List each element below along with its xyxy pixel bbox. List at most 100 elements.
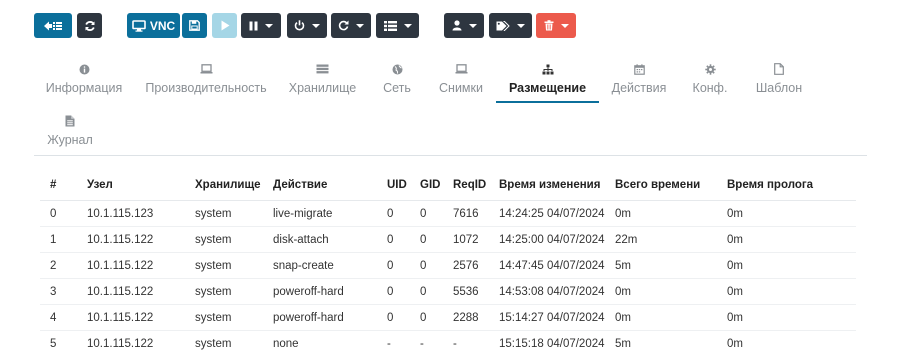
user-icon xyxy=(452,20,461,31)
chevron-down-icon xyxy=(560,23,569,28)
column-header-datastore[interactable]: Хранилище xyxy=(195,179,261,191)
tab-label: Шаблон xyxy=(755,81,803,95)
tab-conf[interactable]: Конф. xyxy=(680,62,740,95)
cell-gid: 0 xyxy=(420,208,427,220)
list-menu-button[interactable] xyxy=(376,13,419,38)
row-divider xyxy=(40,278,856,279)
cell-datastore: system xyxy=(195,234,232,246)
row-divider xyxy=(40,330,856,331)
cell-total-time: 0m xyxy=(615,208,631,220)
reboot-menu-button[interactable] xyxy=(331,13,371,38)
cell-index: 1 xyxy=(50,234,57,246)
cell-index: 4 xyxy=(50,312,57,324)
cell-host: 10.1.115.122 xyxy=(87,338,154,350)
trash-icon xyxy=(544,20,553,31)
column-header-gid[interactable]: GID xyxy=(420,179,440,191)
column-header-prolog-time[interactable]: Время пролога xyxy=(727,179,813,191)
cell-change-time: 14:53:08 04/07/2024 xyxy=(499,286,605,298)
tab-info[interactable]: Информация xyxy=(34,62,134,95)
chevron-down-icon xyxy=(312,23,320,28)
cell-uid: - xyxy=(387,338,391,350)
vnc-button[interactable]: VNC xyxy=(127,13,180,38)
pause-icon xyxy=(249,21,258,30)
back-to-list-button[interactable] xyxy=(34,13,72,38)
cell-reqid: 5536 xyxy=(453,286,479,298)
cell-host: 10.1.115.122 xyxy=(87,312,154,324)
play-button[interactable] xyxy=(212,13,237,38)
tabs-divider xyxy=(34,155,867,156)
power-menu-button[interactable] xyxy=(287,13,327,38)
save-button[interactable] xyxy=(182,13,207,38)
cell-index: 5 xyxy=(50,338,57,350)
cell-host: 10.1.115.122 xyxy=(87,260,154,272)
cell-total-time: 22m xyxy=(615,234,638,246)
cell-gid: 0 xyxy=(420,286,427,298)
user-menu-button[interactable] xyxy=(444,13,484,38)
calendar-icon xyxy=(633,63,645,75)
tab-log[interactable]: Журнал xyxy=(34,114,106,147)
play-icon xyxy=(221,20,229,31)
chevron-down-icon xyxy=(265,23,273,28)
cell-change-time: 15:15:18 04/07/2024 xyxy=(499,338,605,350)
tab-placement[interactable]: Размещение xyxy=(496,62,599,95)
refresh-button[interactable] xyxy=(77,13,102,38)
column-header-total-time[interactable]: Всего времени xyxy=(615,179,700,191)
desktop-icon xyxy=(132,19,146,32)
column-header-change-time[interactable]: Время изменения xyxy=(499,179,600,191)
cell-host: 10.1.115.122 xyxy=(87,234,154,246)
cell-change-time: 14:47:45 04/07/2024 xyxy=(499,260,605,272)
tab-label: Хранилище xyxy=(288,81,357,95)
column-header-uid[interactable]: UID xyxy=(387,179,407,191)
gear-icon xyxy=(704,63,716,75)
tab-template[interactable]: Шаблон xyxy=(746,62,812,95)
cell-index: 3 xyxy=(50,286,57,298)
laptop-icon xyxy=(455,64,467,74)
cell-datastore: system xyxy=(195,312,232,324)
table-header-divider xyxy=(40,200,856,201)
cell-index: 0 xyxy=(50,208,57,220)
row-divider xyxy=(40,226,856,227)
cell-gid: - xyxy=(420,338,424,350)
refresh-icon xyxy=(84,20,95,31)
vnc-label: VNC xyxy=(149,18,176,33)
cell-action: none xyxy=(273,338,299,350)
cell-uid: 0 xyxy=(387,312,394,324)
cell-prolog-time: 0m xyxy=(727,338,743,350)
tab-label: Информация xyxy=(45,81,123,95)
tab-network[interactable]: Сеть xyxy=(372,62,422,95)
repeat-icon xyxy=(338,20,349,31)
laptop-icon xyxy=(200,64,212,74)
column-header-reqid[interactable]: ReqID xyxy=(453,179,486,191)
cell-prolog-time: 0m xyxy=(727,286,743,298)
cell-uid: 0 xyxy=(387,208,394,220)
cell-datastore: system xyxy=(195,338,232,350)
cell-reqid: 2288 xyxy=(453,312,479,324)
globe-icon xyxy=(392,64,402,74)
cell-action: live-migrate xyxy=(273,208,333,220)
cell-prolog-time: 0m xyxy=(727,260,743,272)
tab-storage[interactable]: Хранилище xyxy=(280,62,365,95)
column-header-action[interactable]: Действие xyxy=(273,179,327,191)
cell-host: 10.1.115.122 xyxy=(87,286,154,298)
cell-action: poweroff-hard xyxy=(273,312,344,324)
pause-menu-button[interactable] xyxy=(241,13,281,38)
tab-snapshots[interactable]: Снимки xyxy=(430,62,492,95)
cell-reqid: - xyxy=(453,338,457,350)
sitemap-icon xyxy=(542,64,553,74)
cell-uid: 0 xyxy=(387,286,394,298)
tab-label: Журнал xyxy=(47,133,93,147)
cell-total-time: 0m xyxy=(615,312,631,324)
tab-performance[interactable]: Производительность xyxy=(140,62,272,95)
list-icon xyxy=(383,20,397,31)
cell-uid: 0 xyxy=(387,260,394,272)
column-header-host[interactable]: Узел xyxy=(87,179,113,191)
column-header-index[interactable]: # xyxy=(50,179,56,191)
labels-menu-button[interactable] xyxy=(489,13,532,38)
cell-change-time: 15:14:27 04/07/2024 xyxy=(499,312,605,324)
tab-actions[interactable]: Действия xyxy=(606,62,672,95)
delete-menu-button[interactable] xyxy=(536,13,576,38)
cell-datastore: system xyxy=(195,286,232,298)
cell-change-time: 14:25:00 04/07/2024 xyxy=(499,234,605,246)
tab-label: Конф. xyxy=(692,81,728,95)
cell-datastore: system xyxy=(195,260,232,272)
